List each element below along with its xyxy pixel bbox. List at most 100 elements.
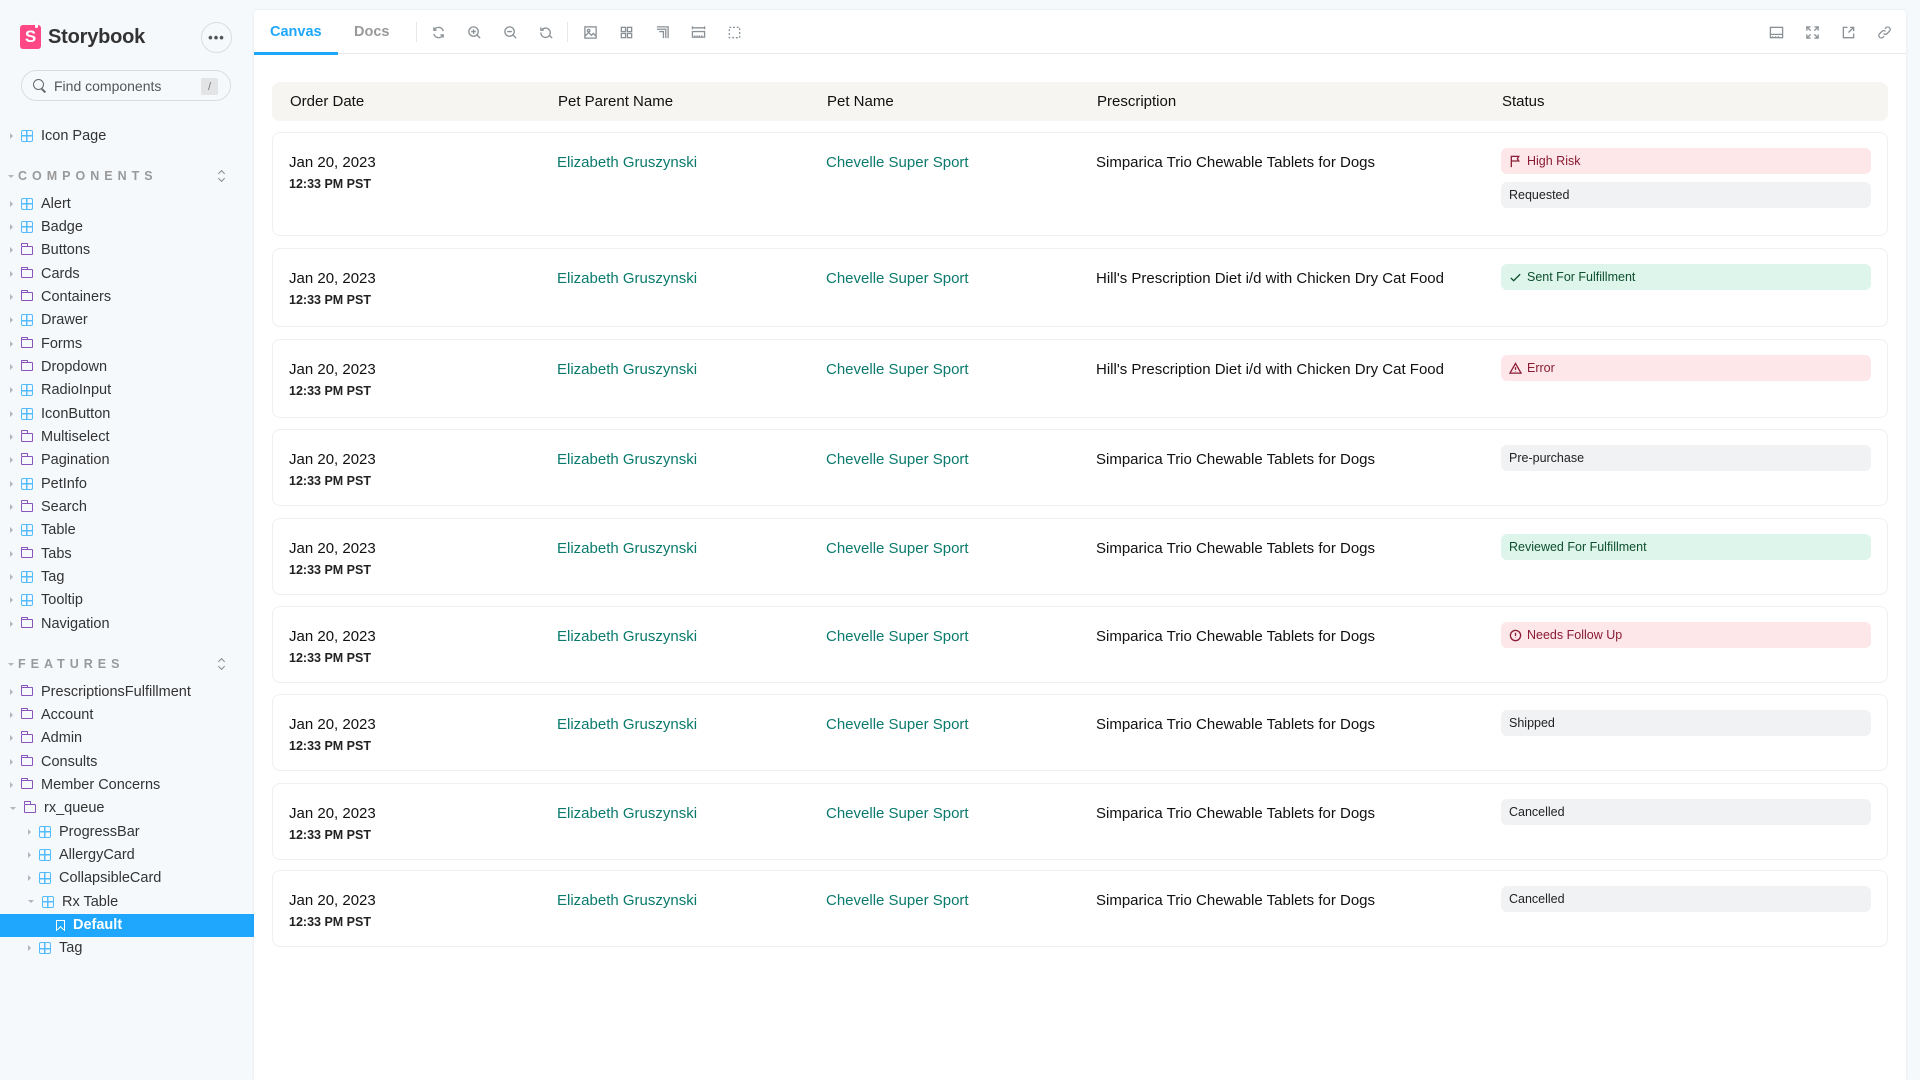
table-row[interactable]: Jan 20, 2023 12:33 PM PST Elizabeth Gruszy… <box>272 606 1888 683</box>
caret-right-icon[interactable] <box>10 200 13 207</box>
sidebar-item-consults[interactable]: Consults <box>0 750 254 773</box>
pet-parent-link[interactable]: Elizabeth Gruszynski <box>557 625 697 648</box>
pet-parent-link[interactable]: Elizabeth Gruszynski <box>557 889 697 912</box>
sidebar-item-prescriptionsfulfillment[interactable]: PrescriptionsFulfillment <box>0 680 254 703</box>
tab-canvas[interactable]: Canvas <box>254 10 338 55</box>
sidebar-item-rx-table[interactable]: Rx Table <box>0 890 254 913</box>
sidebar-item-default[interactable]: Default <box>0 913 254 937</box>
caret-right-icon[interactable] <box>10 781 13 788</box>
sidebar-item-dropdown[interactable]: Dropdown <box>0 355 254 378</box>
sidebar-item-rx-queue[interactable]: rx_queue <box>0 797 254 820</box>
table-row[interactable]: Jan 20, 2023 12:33 PM PST Elizabeth Gruszy… <box>272 518 1888 595</box>
sidebar-item-collapsiblecard[interactable]: CollapsibleCard <box>0 867 254 890</box>
sidebar-item-icon-page[interactable]: Icon Page <box>0 124 254 147</box>
zoom-out-button[interactable] <box>499 21 521 43</box>
sidebar-item-alert[interactable]: Alert <box>0 192 254 215</box>
sidebar-item-search[interactable]: Search <box>0 496 254 519</box>
column-header-order-date[interactable]: Order Date <box>290 93 364 110</box>
caret-right-icon[interactable] <box>10 132 13 139</box>
caret-right-icon[interactable] <box>28 945 31 952</box>
sidebar-item-member-concerns[interactable]: Member Concerns <box>0 773 254 796</box>
pet-name-link[interactable]: Chevelle Super Sport <box>826 448 969 471</box>
tab-docs[interactable]: Docs <box>338 10 405 54</box>
section-features[interactable]: FEATURES <box>0 654 254 674</box>
sidebar-item-account[interactable]: Account <box>0 703 254 726</box>
addons-panel-button[interactable] <box>1765 21 1787 43</box>
pet-name-link[interactable]: Chevelle Super Sport <box>826 889 969 912</box>
caret-right-icon[interactable] <box>10 340 13 347</box>
caret-down-icon[interactable] <box>28 900 34 904</box>
caret-right-icon[interactable] <box>10 410 13 417</box>
table-row[interactable]: Jan 20, 2023 12:33 PM PST Elizabeth Gruszy… <box>272 429 1888 506</box>
sidebar-item-forms[interactable]: Forms <box>0 332 254 355</box>
caret-right-icon[interactable] <box>10 711 13 718</box>
zoom-in-button[interactable] <box>463 21 485 43</box>
pet-name-link[interactable]: Chevelle Super Sport <box>826 151 969 174</box>
table-row[interactable]: Jan 20, 2023 12:33 PM PST Elizabeth Gruszy… <box>272 248 1888 327</box>
column-header-prescription[interactable]: Prescription <box>1097 93 1176 110</box>
caret-right-icon[interactable] <box>28 851 31 858</box>
open-new-tab-button[interactable] <box>1837 21 1859 43</box>
sidebar-item-tabs[interactable]: Tabs <box>0 542 254 565</box>
column-header-pet-parent[interactable]: Pet Parent Name <box>558 93 673 110</box>
pet-name-link[interactable]: Chevelle Super Sport <box>826 625 969 648</box>
caret-down-icon[interactable] <box>8 662 14 666</box>
sidebar-item-tag[interactable]: Tag <box>0 566 254 589</box>
caret-right-icon[interactable] <box>10 758 13 765</box>
caret-right-icon[interactable] <box>10 363 13 370</box>
sidebar-item-admin[interactable]: Admin <box>0 727 254 750</box>
measure-button[interactable] <box>687 21 709 43</box>
caret-right-icon[interactable] <box>10 574 13 581</box>
pet-name-link[interactable]: Chevelle Super Sport <box>826 267 969 290</box>
expand-collapse-all-icon[interactable] <box>217 169 226 183</box>
sidebar-item-iconbutton[interactable]: IconButton <box>0 402 254 425</box>
find-components-search[interactable]: / <box>21 70 231 101</box>
pet-name-link[interactable]: Chevelle Super Sport <box>826 358 969 381</box>
caret-right-icon[interactable] <box>10 434 13 440</box>
expand-collapse-all-icon[interactable] <box>217 657 226 671</box>
column-header-pet-name[interactable]: Pet Name <box>827 93 894 110</box>
background-button[interactable] <box>579 21 601 43</box>
caret-right-icon[interactable] <box>10 480 13 487</box>
pet-name-link[interactable]: Chevelle Super Sport <box>826 802 969 825</box>
copy-link-button[interactable] <box>1873 21 1895 43</box>
caret-right-icon[interactable] <box>10 504 13 511</box>
caret-right-icon[interactable] <box>10 317 13 324</box>
table-row[interactable]: Jan 20, 2023 12:33 PM PST Elizabeth Gruszy… <box>272 132 1888 236</box>
outline-button[interactable] <box>651 21 673 43</box>
caret-right-icon[interactable] <box>10 688 13 695</box>
pet-parent-link[interactable]: Elizabeth Gruszynski <box>557 537 697 560</box>
sidebar-item-badge[interactable]: Badge <box>0 215 254 238</box>
sidebar-item-tooltip[interactable]: Tooltip <box>0 589 254 612</box>
table-row[interactable]: Jan 20, 2023 12:33 PM PST Elizabeth Gruszy… <box>272 694 1888 771</box>
caret-down-icon[interactable] <box>8 174 14 178</box>
pet-parent-link[interactable]: Elizabeth Gruszynski <box>557 802 697 825</box>
pet-parent-link[interactable]: Elizabeth Gruszynski <box>557 713 697 736</box>
search-input[interactable] <box>54 77 204 94</box>
caret-right-icon[interactable] <box>10 387 13 394</box>
sidebar-item-allergycard[interactable]: AllergyCard <box>0 843 254 866</box>
column-header-status[interactable]: Status <box>1502 93 1545 110</box>
storybook-brand[interactable]: S Storybook <box>20 23 145 50</box>
pet-parent-link[interactable]: Elizabeth Gruszynski <box>557 267 697 290</box>
sidebar-item-table[interactable]: Table <box>0 519 254 542</box>
caret-right-icon[interactable] <box>10 247 13 254</box>
caret-right-icon[interactable] <box>10 550 13 557</box>
caret-down-icon[interactable] <box>10 806 16 810</box>
reload-button[interactable] <box>427 21 449 43</box>
caret-right-icon[interactable] <box>10 223 13 230</box>
caret-right-icon[interactable] <box>28 875 31 882</box>
pet-parent-link[interactable]: Elizabeth Gruszynski <box>557 151 697 174</box>
grid-button[interactable] <box>615 21 637 43</box>
sidebar-item-tag[interactable]: Tag <box>0 937 254 960</box>
zoom-reset-button[interactable] <box>535 21 557 43</box>
fullscreen-button[interactable] <box>1801 21 1823 43</box>
sidebar-item-cards[interactable]: Cards <box>0 262 254 285</box>
table-row[interactable]: Jan 20, 2023 12:33 PM PST Elizabeth Gruszy… <box>272 339 1888 418</box>
sidebar-item-pagination[interactable]: Pagination <box>0 449 254 472</box>
sidebar-item-containers[interactable]: Containers <box>0 285 254 308</box>
caret-right-icon[interactable] <box>10 270 13 277</box>
caret-right-icon[interactable] <box>28 828 31 835</box>
caret-right-icon[interactable] <box>10 735 13 742</box>
sidebar-item-multiselect[interactable]: Multiselect <box>0 426 254 449</box>
